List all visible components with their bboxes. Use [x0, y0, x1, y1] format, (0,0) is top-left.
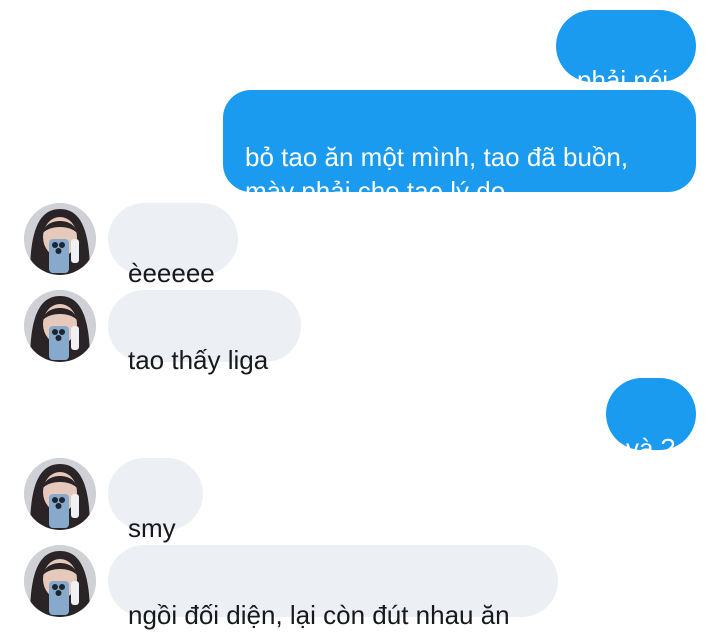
message-text: smy — [128, 513, 176, 543]
message-text: èeeeee — [128, 258, 215, 288]
message-text: tao thấy liga — [128, 345, 269, 375]
message-bubble-received[interactable]: ngồi đối diện, lại còn đút nhau ăn — [108, 545, 558, 630]
message-bubble-received[interactable]: tao thấy liga — [108, 290, 301, 375]
message-bubble-received[interactable]: smy — [108, 458, 203, 543]
contact-avatar[interactable] — [24, 545, 96, 617]
profile-photo-icon — [24, 290, 96, 362]
contact-avatar[interactable] — [24, 458, 96, 530]
message-bubble-sent[interactable]: bỏ tao ăn một mình, tao đã buồn, mày phả… — [223, 90, 696, 206]
message-text: và ? — [626, 433, 676, 463]
message-bubble-received[interactable]: èeeeee — [108, 203, 238, 288]
message-bubble-sent[interactable]: phải nói — [556, 10, 696, 95]
message-bubble-sent[interactable]: và ? — [606, 378, 696, 463]
profile-photo-icon — [24, 458, 96, 530]
profile-photo-icon — [24, 203, 96, 275]
message-text: bỏ tao ăn một mình, tao đã buồn, mày phả… — [245, 142, 629, 206]
contact-avatar[interactable] — [24, 290, 96, 362]
contact-avatar[interactable] — [24, 203, 96, 275]
message-text: ngồi đối diện, lại còn đút nhau ăn — [128, 600, 510, 630]
profile-photo-icon — [24, 545, 96, 617]
